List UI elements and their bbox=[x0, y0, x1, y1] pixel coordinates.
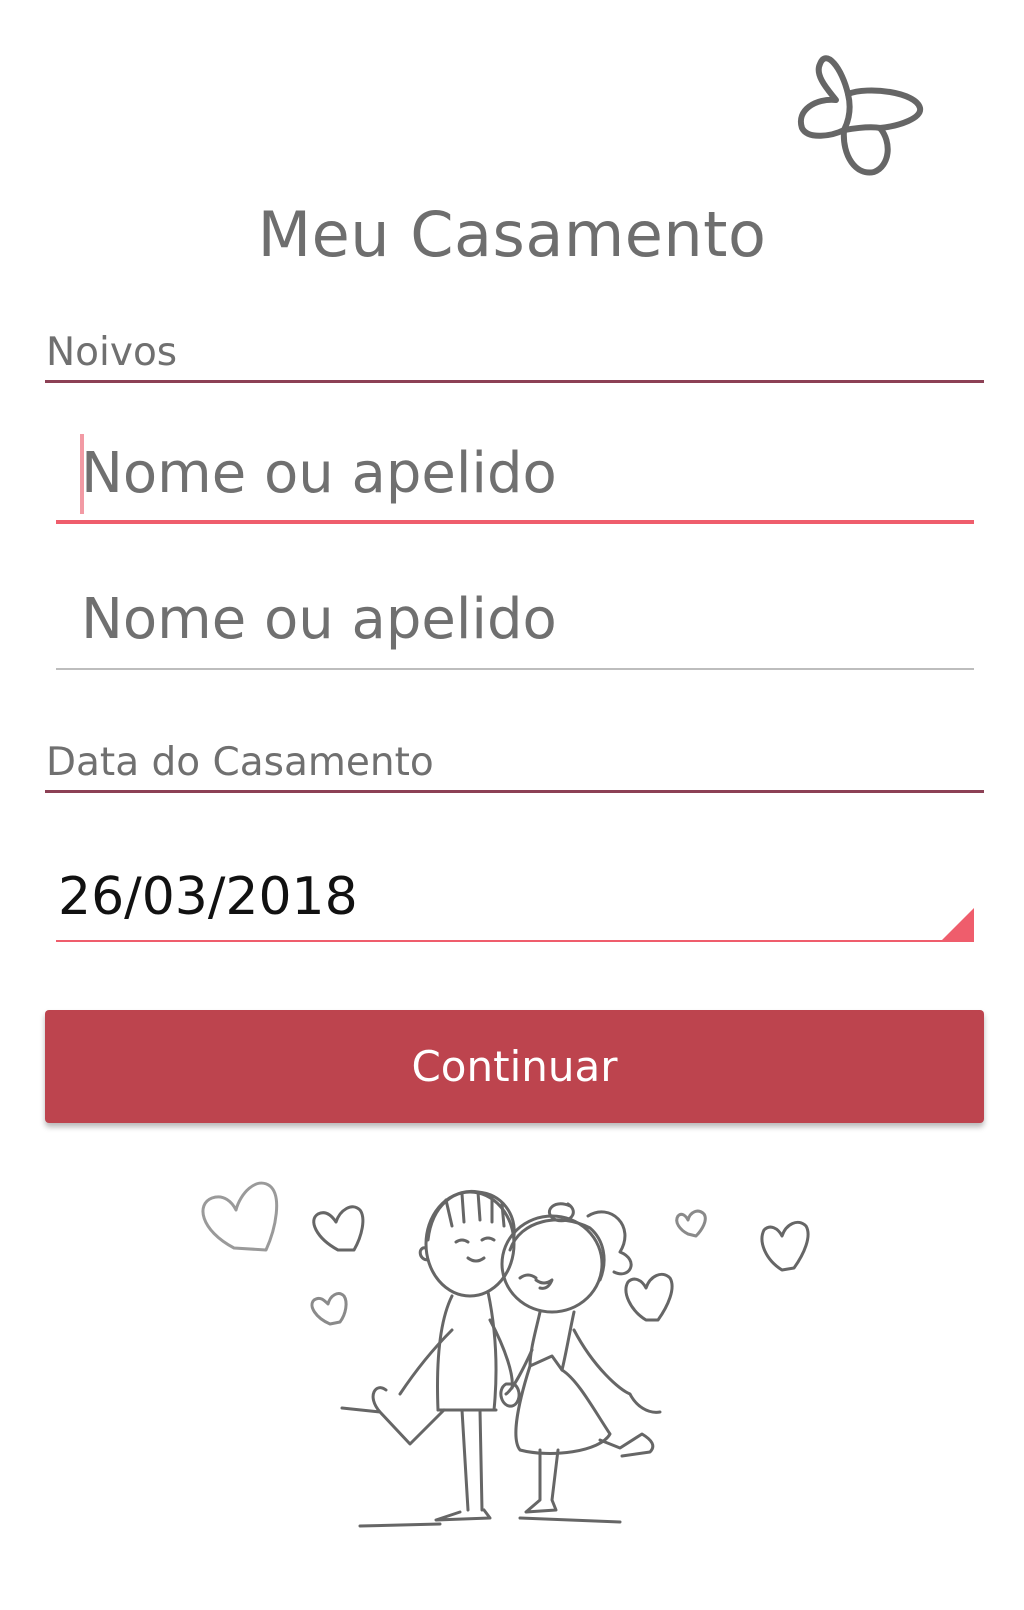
heart-icon bbox=[312, 1205, 365, 1252]
noivo1-name-underline bbox=[56, 520, 974, 524]
wedding-date-spinner[interactable]: 26/03/2018 bbox=[56, 852, 974, 942]
wedding-date-value: 26/03/2018 bbox=[58, 867, 358, 927]
wedding-date-section-divider bbox=[45, 790, 984, 793]
girl-figure bbox=[500, 1202, 662, 1524]
wedding-date-section-label: Data do Casamento bbox=[46, 740, 434, 785]
heart-icon bbox=[310, 1292, 348, 1326]
wedding-date-underline bbox=[56, 940, 974, 942]
noivo2-name-underline bbox=[56, 668, 974, 670]
noivos-section-label: Noivos bbox=[46, 330, 178, 375]
text-cursor bbox=[80, 434, 84, 514]
butterfly-icon bbox=[797, 55, 923, 176]
page-title: Meu Casamento bbox=[257, 198, 767, 271]
heart-icon bbox=[624, 1272, 674, 1322]
couple-illustration bbox=[201, 1181, 810, 1528]
noivos-section-divider bbox=[45, 380, 984, 383]
heart-icon bbox=[675, 1209, 707, 1238]
joined-hands bbox=[499, 1382, 521, 1408]
noivo2-name-field[interactable]: Nome ou apelido bbox=[56, 570, 974, 670]
heart-icon bbox=[760, 1220, 810, 1272]
noivo2-name-placeholder: Nome ou apelido bbox=[81, 587, 557, 652]
noivo1-name-field[interactable]: Nome ou apelido bbox=[56, 424, 974, 524]
boy-figure bbox=[340, 1189, 516, 1528]
continue-button[interactable]: Continuar bbox=[45, 1010, 984, 1123]
heart-icon bbox=[201, 1181, 279, 1252]
dropdown-corner-icon bbox=[940, 908, 974, 942]
noivo1-name-placeholder: Nome ou apelido bbox=[81, 441, 557, 506]
